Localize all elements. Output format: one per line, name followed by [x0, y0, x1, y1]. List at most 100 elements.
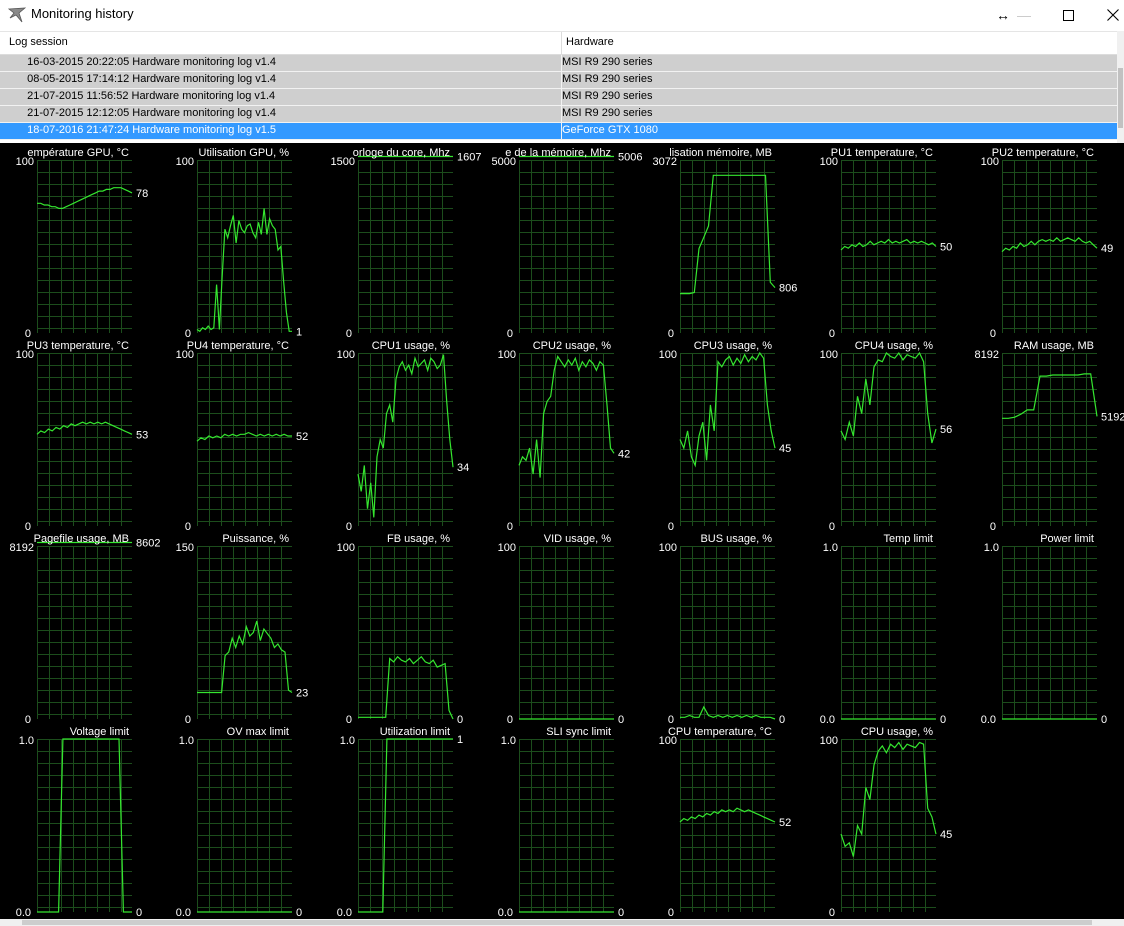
graph-2[interactable]: orloge du core, Mhz1500 0 1607	[331, 147, 482, 340]
afterburner-logo-icon	[8, 7, 26, 23]
graph-min-label: 0	[25, 714, 31, 726]
series-line	[196, 208, 292, 333]
graph-max-label: 100	[820, 735, 838, 747]
graph-min-label: 0	[507, 328, 513, 340]
graph-7[interactable]: PU3 temperature, °C100 0 53	[16, 340, 149, 533]
graph-4[interactable]: lisation mémoire, MB3072 0 806	[653, 147, 798, 340]
graph-12[interactable]: CPU4 usage, % 100 0 56	[820, 340, 953, 533]
graph-current-value: 0	[457, 714, 463, 726]
graph-current-value: 1	[296, 326, 302, 338]
graph-current-value: 8602	[136, 538, 160, 550]
graph-title: PU1 temperature, °C	[831, 147, 933, 159]
graph-17[interactable]: VID usage, % 100 0 0	[498, 533, 624, 726]
graph-9[interactable]: CPU1 usage, % 100 0 34	[337, 340, 470, 533]
close-button[interactable]	[1090, 0, 1124, 30]
graph-max-label: 100	[337, 349, 355, 361]
graph-max-label: 1.0	[340, 735, 355, 747]
series-line	[37, 187, 133, 210]
column-divider[interactable]	[561, 32, 562, 54]
hardware-cell: MSI R9 290 series	[562, 73, 653, 85]
graph-1[interactable]: Utilisation GPU, % 100 0 1	[176, 147, 302, 340]
graph-title: Utilization limit	[380, 726, 450, 738]
graph-min-label: 0	[829, 328, 835, 340]
graphs-scroll-thumb[interactable]	[22, 920, 1092, 925]
graph-21[interactable]: Voltage limit 1.0 0.0 0	[16, 726, 142, 919]
series-line	[680, 705, 776, 720]
graph-max-label: 1.0	[984, 542, 999, 554]
column-header-log-session[interactable]: Log session	[9, 36, 68, 48]
graph-3[interactable]: e de la mémoire, Mhz5000 0 5006	[492, 147, 643, 340]
graph-current-value: 806	[779, 283, 797, 295]
graph-max-label: 100	[659, 735, 677, 747]
graph-max-label: 1.0	[179, 735, 194, 747]
series-line	[36, 421, 133, 435]
graph-current-value: 50	[940, 242, 952, 254]
minimize-button[interactable]: —	[1001, 0, 1047, 30]
close-icon	[1107, 9, 1119, 21]
table-row[interactable]: 08-05-2015 17:14:12 Hardware monitoring …	[0, 72, 1117, 89]
graph-current-value: 52	[296, 431, 308, 443]
graph-max-label: 3072	[653, 156, 677, 168]
graph-8[interactable]: PU4 temperature, °C100 0 52	[176, 340, 309, 533]
graph-min-label: 0.0	[820, 714, 835, 726]
graph-14[interactable]: Pagefile usage, MB8192 0 8602	[10, 533, 161, 726]
graph-16[interactable]: FB usage, % 100 0 0	[337, 533, 463, 726]
graph-max-label: 5000	[492, 156, 516, 168]
series-line	[518, 355, 615, 478]
hardware-cell: MSI R9 290 series	[562, 90, 653, 102]
graph-current-value: 5006	[618, 152, 642, 164]
column-header-hardware[interactable]: Hardware	[566, 36, 614, 48]
graph-title: e de la mémoire, Mhz	[505, 147, 611, 159]
graph-title: VID usage, %	[544, 533, 611, 545]
series-line	[679, 351, 776, 468]
graph-title: PU2 temperature, °C	[992, 147, 1094, 159]
graph-22[interactable]: OV max limit 1.0 0.0 0	[176, 726, 302, 919]
graph-title: OV max limit	[227, 726, 289, 738]
table-scroll-thumb[interactable]	[1118, 68, 1123, 128]
graph-13[interactable]: RAM usage, MB 8192 0 5192	[975, 340, 1124, 533]
log-session-table: Log session Hardware 16-03-2015 20:22:05…	[0, 31, 1117, 142]
graph-23[interactable]: Utilization limit 1.0 0.0 1	[337, 726, 463, 919]
graph-26[interactable]: CPU usage, % 100 0 45	[820, 726, 953, 919]
table-row[interactable]: 18-07-2016 21:47:24 Hardware monitoring …	[0, 123, 1117, 140]
table-row[interactable]: 16-03-2015 20:22:05 Hardware monitoring …	[0, 55, 1117, 72]
graph-25[interactable]: CPU temperature, °C100 0 52	[659, 726, 792, 919]
graph-current-value: 45	[940, 829, 952, 841]
series-line	[197, 620, 293, 694]
graph-min-label: 0	[346, 521, 352, 533]
graph-19[interactable]: Temp limit 1.0 0.0 0	[820, 533, 946, 726]
monitoring-graphs-panel: empérature GPU, °C100078Utilisation GPU,…	[0, 143, 1124, 919]
graph-max-label: 100	[176, 349, 194, 361]
graph-10[interactable]: CPU2 usage, % 100 0 42	[498, 340, 631, 533]
graph-title: lisation mémoire, MB	[669, 147, 772, 159]
series-line	[679, 807, 776, 823]
graph-title: Voltage limit	[70, 726, 129, 738]
graph-11[interactable]: CPU3 usage, % 100 0 45	[659, 340, 792, 533]
maximize-button[interactable]	[1045, 0, 1091, 30]
graph-max-label: 100	[16, 156, 34, 168]
table-row[interactable]: 21-07-2015 12:12:05 Hardware monitoring …	[0, 106, 1117, 123]
log-session-cell: 16-03-2015 20:22:05 Hardware monitoring …	[21, 56, 276, 68]
graph-current-value: 0	[779, 714, 785, 726]
graph-6[interactable]: PU2 temperature, °C100 0 49	[981, 147, 1114, 340]
table-row[interactable]: 21-07-2015 11:56:52 Hardware monitoring …	[0, 89, 1117, 106]
hardware-cell: MSI R9 290 series	[562, 56, 653, 68]
graph-min-label: 0	[185, 714, 191, 726]
graph-5[interactable]: PU1 temperature, °C100 0 50	[820, 147, 953, 340]
graph-max-label: 1.0	[19, 735, 34, 747]
graph-0[interactable]: empérature GPU, °C100 0 78	[16, 147, 149, 340]
title-bar: Monitoring history ↔ —	[0, 0, 1124, 30]
graph-20[interactable]: Power limit 1.0 0.0 0	[981, 533, 1107, 726]
graph-24[interactable]: SLI sync limit 1.0 0.0 0	[498, 726, 624, 919]
graph-max-label: 100	[659, 542, 677, 554]
graph-current-value: 23	[296, 687, 308, 699]
graph-min-label: 0	[346, 328, 352, 340]
graph-title: CPU4 usage, %	[855, 340, 933, 352]
series-line	[196, 431, 292, 442]
graph-18[interactable]: BUS usage, % 100 0 0	[659, 533, 785, 726]
graph-title: CPU usage, %	[861, 726, 933, 738]
graph-15[interactable]: Puissance, % 150 0 23	[176, 533, 309, 726]
graph-current-value: 52	[779, 817, 791, 829]
graph-title: FB usage, %	[387, 533, 450, 545]
graph-max-label: 100	[820, 156, 838, 168]
